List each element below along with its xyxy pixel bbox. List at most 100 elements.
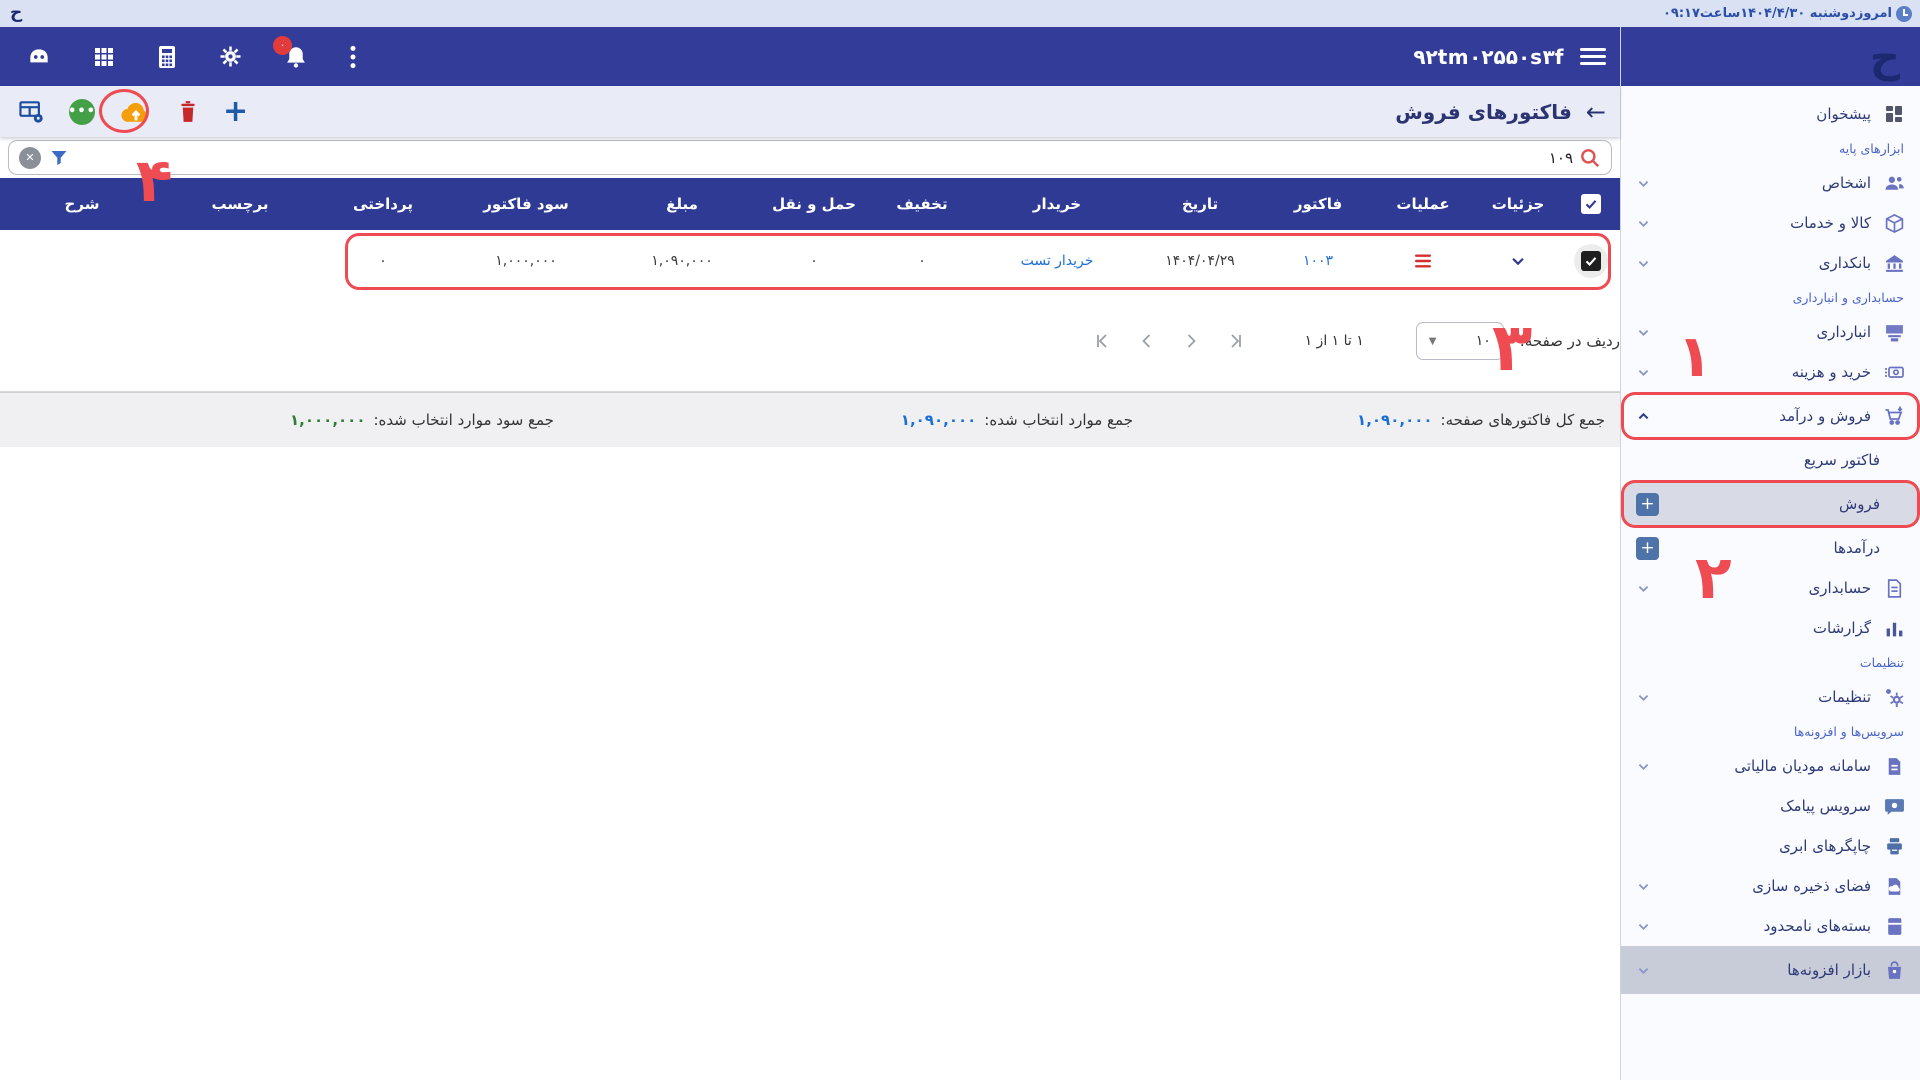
row-cell-details bbox=[1474, 252, 1562, 270]
gear-icon[interactable] bbox=[218, 44, 243, 69]
next-page-icon[interactable] bbox=[1179, 329, 1203, 353]
dashboard-icon bbox=[1883, 103, 1905, 125]
sidebar-item[interactable]: بسته‌های نامحدود bbox=[1621, 906, 1920, 946]
sidebar-item-label: درآمدها bbox=[1834, 539, 1880, 557]
row-cell-actions bbox=[1372, 253, 1474, 269]
sidebar-item-label: چاپگرهای ابری bbox=[1779, 837, 1871, 855]
sidebar-item[interactable]: درآمدها + bbox=[1621, 528, 1920, 568]
selected-profit-summary: جمع سود موارد انتخاب شده: ۱,۰۰۰,۰۰۰ bbox=[290, 393, 554, 447]
chevron-down-icon bbox=[1636, 256, 1651, 271]
main-content: ۹۲tm۰۲۵۵۰s۳f ۰ bbox=[0, 27, 1620, 1080]
sidebar-item[interactable]: اشخاص bbox=[1621, 163, 1920, 203]
table-settings-icon[interactable] bbox=[18, 98, 45, 125]
sidebar-item-label: اشخاص bbox=[1822, 174, 1871, 192]
row-cell-buyer[interactable]: خریدار تست bbox=[978, 253, 1136, 269]
warehouse-icon bbox=[1883, 321, 1905, 343]
sidebar-item[interactable]: سامانه مودیان مالیاتی bbox=[1621, 746, 1920, 786]
cart-icon bbox=[1883, 405, 1905, 427]
table-header: جزئیاتعملیاتفاکتورتاریخخریدارتخفیفحمل و … bbox=[0, 178, 1620, 230]
notification-badge: ۰ bbox=[273, 36, 292, 55]
gears-icon bbox=[1883, 686, 1905, 708]
sidebar-item[interactable]: انبارداری bbox=[1621, 312, 1920, 352]
brand-logo: ح bbox=[1870, 36, 1900, 78]
sidebar-item[interactable]: فروش + bbox=[1621, 480, 1920, 528]
sidebar-item-label: بازار افزونه‌ها bbox=[1787, 961, 1871, 979]
chevron-down-icon bbox=[1636, 365, 1651, 380]
sidebar-item[interactable]: حسابداری bbox=[1621, 568, 1920, 608]
page-total-value: ۱,۰۹۰,۰۰۰ bbox=[1357, 411, 1432, 429]
column-header-actions: عملیات bbox=[1372, 195, 1474, 213]
prev-page-icon[interactable] bbox=[1135, 329, 1159, 353]
bank-icon bbox=[1883, 252, 1905, 274]
row-cell-discount: ۰ bbox=[866, 253, 978, 269]
rows-per-page-select[interactable]: ۱۰ ▼ bbox=[1416, 322, 1504, 360]
row-cell-date: ۱۴۰۴/۰۴/۲۹ bbox=[1136, 253, 1264, 269]
more-options-icon[interactable]: ••• bbox=[69, 99, 95, 125]
first-page-icon[interactable] bbox=[1091, 329, 1115, 353]
column-header-buyer: خریدار bbox=[978, 195, 1136, 213]
summary-bar: جمع کل فاکتورهای صفحه: ۱,۰۹۰,۰۰۰ جمع موا… bbox=[0, 392, 1620, 447]
chevron-down-icon bbox=[1636, 176, 1651, 191]
sidebar-item-label: سامانه مودیان مالیاتی bbox=[1734, 757, 1871, 775]
sidebar-item-label: فروش و درآمد bbox=[1779, 407, 1871, 425]
sidebar-header: ح bbox=[1621, 27, 1920, 86]
row-cell-invoice[interactable]: ۱۰۰۳ bbox=[1264, 253, 1372, 269]
sidebar: ح پیشخوانابزارهای پایهاشخاصکالا و خدماتب… bbox=[1620, 27, 1920, 1080]
sidebar-item[interactable]: بانکداری bbox=[1621, 243, 1920, 283]
apps-grid-icon[interactable] bbox=[92, 45, 116, 69]
sidebar-item-label: فروش bbox=[1839, 495, 1880, 513]
cloud-printer-icon bbox=[1883, 835, 1905, 857]
row-checkbox[interactable] bbox=[1581, 251, 1601, 271]
sidebar-item[interactable]: پیشخوان bbox=[1621, 94, 1920, 134]
calculator-icon[interactable] bbox=[156, 45, 178, 69]
table-row[interactable]: ۱۰۰۳۱۴۰۴/۰۴/۲۹خریدار تست۰۰۱,۰۹۰,۰۰۰۱,۰۰۰… bbox=[0, 230, 1620, 291]
back-arrow-icon[interactable]: ← bbox=[1586, 100, 1606, 124]
chevron-down-icon bbox=[1636, 690, 1651, 705]
rows-per-page-label: ردیف در صفحه: bbox=[1520, 332, 1620, 350]
menu-toggle-icon[interactable] bbox=[1580, 48, 1606, 65]
package-icon bbox=[1883, 915, 1905, 937]
trash-icon[interactable] bbox=[177, 100, 199, 124]
bell-icon[interactable]: ۰ bbox=[283, 44, 309, 70]
chevron-down-icon bbox=[1636, 879, 1651, 894]
sidebar-item[interactable]: تنظیمات bbox=[1621, 677, 1920, 717]
sidebar-item[interactable]: سرویس پیامک bbox=[1621, 786, 1920, 826]
sidebar-item-label: بسته‌های نامحدود bbox=[1764, 917, 1871, 935]
sidebar-item[interactable]: بازار افزونه‌ها bbox=[1621, 946, 1920, 994]
sidebar-item[interactable]: فضای ذخیره سازی bbox=[1621, 866, 1920, 906]
add-button[interactable]: + bbox=[1636, 537, 1659, 560]
sidebar-item-label: حسابداری bbox=[1809, 579, 1871, 597]
purchase-icon bbox=[1883, 361, 1905, 383]
cloud-upload-icon[interactable] bbox=[119, 98, 153, 126]
sidebar-item[interactable]: فروش و درآمد bbox=[1621, 392, 1920, 440]
row-actions-menu-icon[interactable] bbox=[1413, 253, 1433, 269]
sidebar-item[interactable]: فاکتور سریع bbox=[1621, 440, 1920, 480]
sidebar-item-label: تنظیمات bbox=[1818, 688, 1871, 706]
add-button[interactable]: + bbox=[1636, 493, 1659, 516]
row-details-chevron-icon[interactable] bbox=[1509, 252, 1527, 270]
sidebar-item-label: فضای ذخیره سازی bbox=[1752, 877, 1871, 895]
sidebar-item[interactable]: کالا و خدمات bbox=[1621, 203, 1920, 243]
clear-icon[interactable]: ✕ bbox=[19, 147, 41, 169]
workspace-id: ۹۲tm۰۲۵۵۰s۳f bbox=[1413, 45, 1564, 69]
chevron-down-icon bbox=[1636, 759, 1651, 774]
filter-icon[interactable] bbox=[49, 148, 69, 168]
sidebar-item-label: پیشخوان bbox=[1816, 105, 1871, 123]
sidebar-item[interactable]: خرید و هزینه bbox=[1621, 352, 1920, 392]
sidebar-item[interactable]: گزارشات bbox=[1621, 608, 1920, 648]
sidebar-item-label: خرید و هزینه bbox=[1792, 363, 1871, 381]
brand-logo-small: ح bbox=[8, 5, 22, 22]
last-page-icon[interactable] bbox=[1223, 329, 1247, 353]
row-cell-profit: ۱,۰۰۰,۰۰۰ bbox=[450, 253, 602, 269]
chevron-down-icon bbox=[1636, 581, 1651, 596]
robot-icon[interactable] bbox=[26, 44, 52, 70]
add-icon[interactable]: + bbox=[223, 97, 248, 127]
sidebar-item[interactable]: چاپگرهای ابری bbox=[1621, 826, 1920, 866]
select-all-checkbox[interactable] bbox=[1581, 194, 1601, 214]
sidebar-item-label: انبارداری bbox=[1816, 323, 1871, 341]
sidebar-item-label: سرویس پیامک bbox=[1780, 797, 1871, 815]
kebab-menu-icon[interactable] bbox=[349, 44, 357, 70]
search-input[interactable]: ۱۰۹ ✕ bbox=[8, 140, 1612, 175]
row-cell-shipping: ۰ bbox=[762, 253, 866, 269]
sidebar-item-label: فاکتور سریع bbox=[1804, 451, 1880, 469]
